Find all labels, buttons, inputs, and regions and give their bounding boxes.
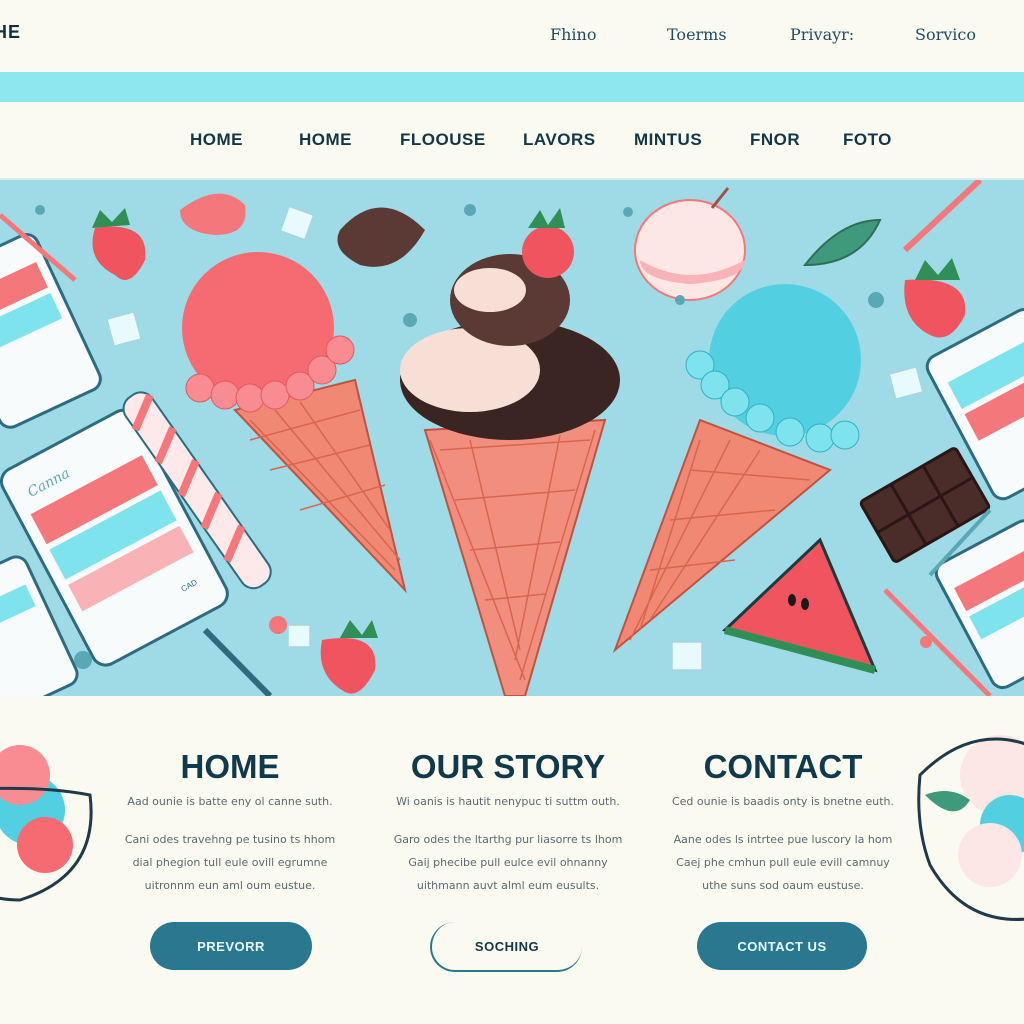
column-body-contact-1: Aane odes ls intrtee pue luscory la hom	[673, 833, 893, 846]
phone-right-bottom	[934, 519, 1024, 690]
column-body-home-1: Cani odes travehng pe tusino ts hhom	[124, 833, 336, 846]
pen-right	[902, 180, 983, 253]
hero-banner: Canna CAD	[0, 180, 1024, 696]
story-button[interactable]: SOCHING	[430, 922, 582, 972]
column-lead-our-story: Wi oanis is hautit nenypuc ti suttm outh…	[396, 795, 620, 808]
column-body-our-story-3: uithmann auvt alml eum eusults.	[416, 879, 600, 892]
contact-us-button[interactable]: CONTACT US	[697, 922, 867, 970]
accent-band	[0, 72, 1024, 102]
column-body-our-story-1: Garo odes the ltarthg pur liasorre ts lh…	[393, 833, 623, 846]
candy-piece	[180, 193, 246, 235]
pen-left-bottom	[202, 627, 273, 696]
nav-item-flavors[interactable]: LAVORS	[523, 130, 596, 150]
column-body-home-2: dial phegion tull eule ovill egrumne	[132, 856, 328, 869]
nav-item-foto[interactable]: FOTO	[843, 130, 892, 150]
strawberry-3	[320, 620, 378, 694]
strawberry-2	[904, 258, 966, 338]
column-body-contact-3: uthe suns sod oaum eustuse.	[702, 879, 864, 892]
top-bar: HE Fhino Toerms Privayr: Sorvico	[0, 0, 1024, 70]
column-title-our-story: OUR STORY	[410, 748, 606, 785]
strawberry-1	[92, 208, 146, 280]
nav-item-home[interactable]: HOME	[190, 130, 243, 150]
column-body-our-story-2: Gaij phecibe pull eulce evil ohnanny	[408, 856, 608, 869]
top-link-service[interactable]: Sorvico	[915, 25, 976, 44]
preview-button[interactable]: PREVORR	[150, 922, 312, 970]
column-lead-home: Aad ounie is batte eny ol canne suth.	[127, 795, 333, 808]
hero-illustration: Canna CAD	[0, 180, 1024, 696]
top-link-home[interactable]: Fhino	[550, 25, 596, 44]
watermelon-slice	[722, 537, 878, 674]
brand-logo[interactable]: HE	[0, 22, 21, 43]
vanilla-scoop	[634, 187, 746, 301]
chocolate-ice-cream-cone	[400, 208, 620, 696]
nav-item-mintus[interactable]: MINTUS	[634, 130, 702, 150]
chocolate-curl	[337, 207, 425, 267]
column-title-contact: CONTACT	[703, 748, 863, 785]
top-link-privacy[interactable]: Privayr:	[790, 25, 854, 44]
mint-leaf	[802, 218, 882, 267]
column-lead-contact: Ced ounie is baadis onty is bnetne euth.	[671, 795, 895, 808]
chocolate-bar	[859, 447, 991, 563]
top-link-terms[interactable]: Toerms	[667, 25, 727, 44]
nav-item-floouse[interactable]: FLOOUSE	[400, 130, 486, 150]
nav-item-home-2[interactable]: HOME	[299, 130, 352, 150]
ice-cream-bowl-left	[0, 745, 93, 902]
column-title-home: HOME	[180, 748, 280, 785]
column-body-contact-2: Caej phe cmhun pull eule evill camnuy	[676, 856, 890, 869]
column-body-home-3: uitronnm eun aml oum eustue.	[144, 879, 316, 892]
nav-item-fnor[interactable]: FNOR	[750, 130, 800, 150]
